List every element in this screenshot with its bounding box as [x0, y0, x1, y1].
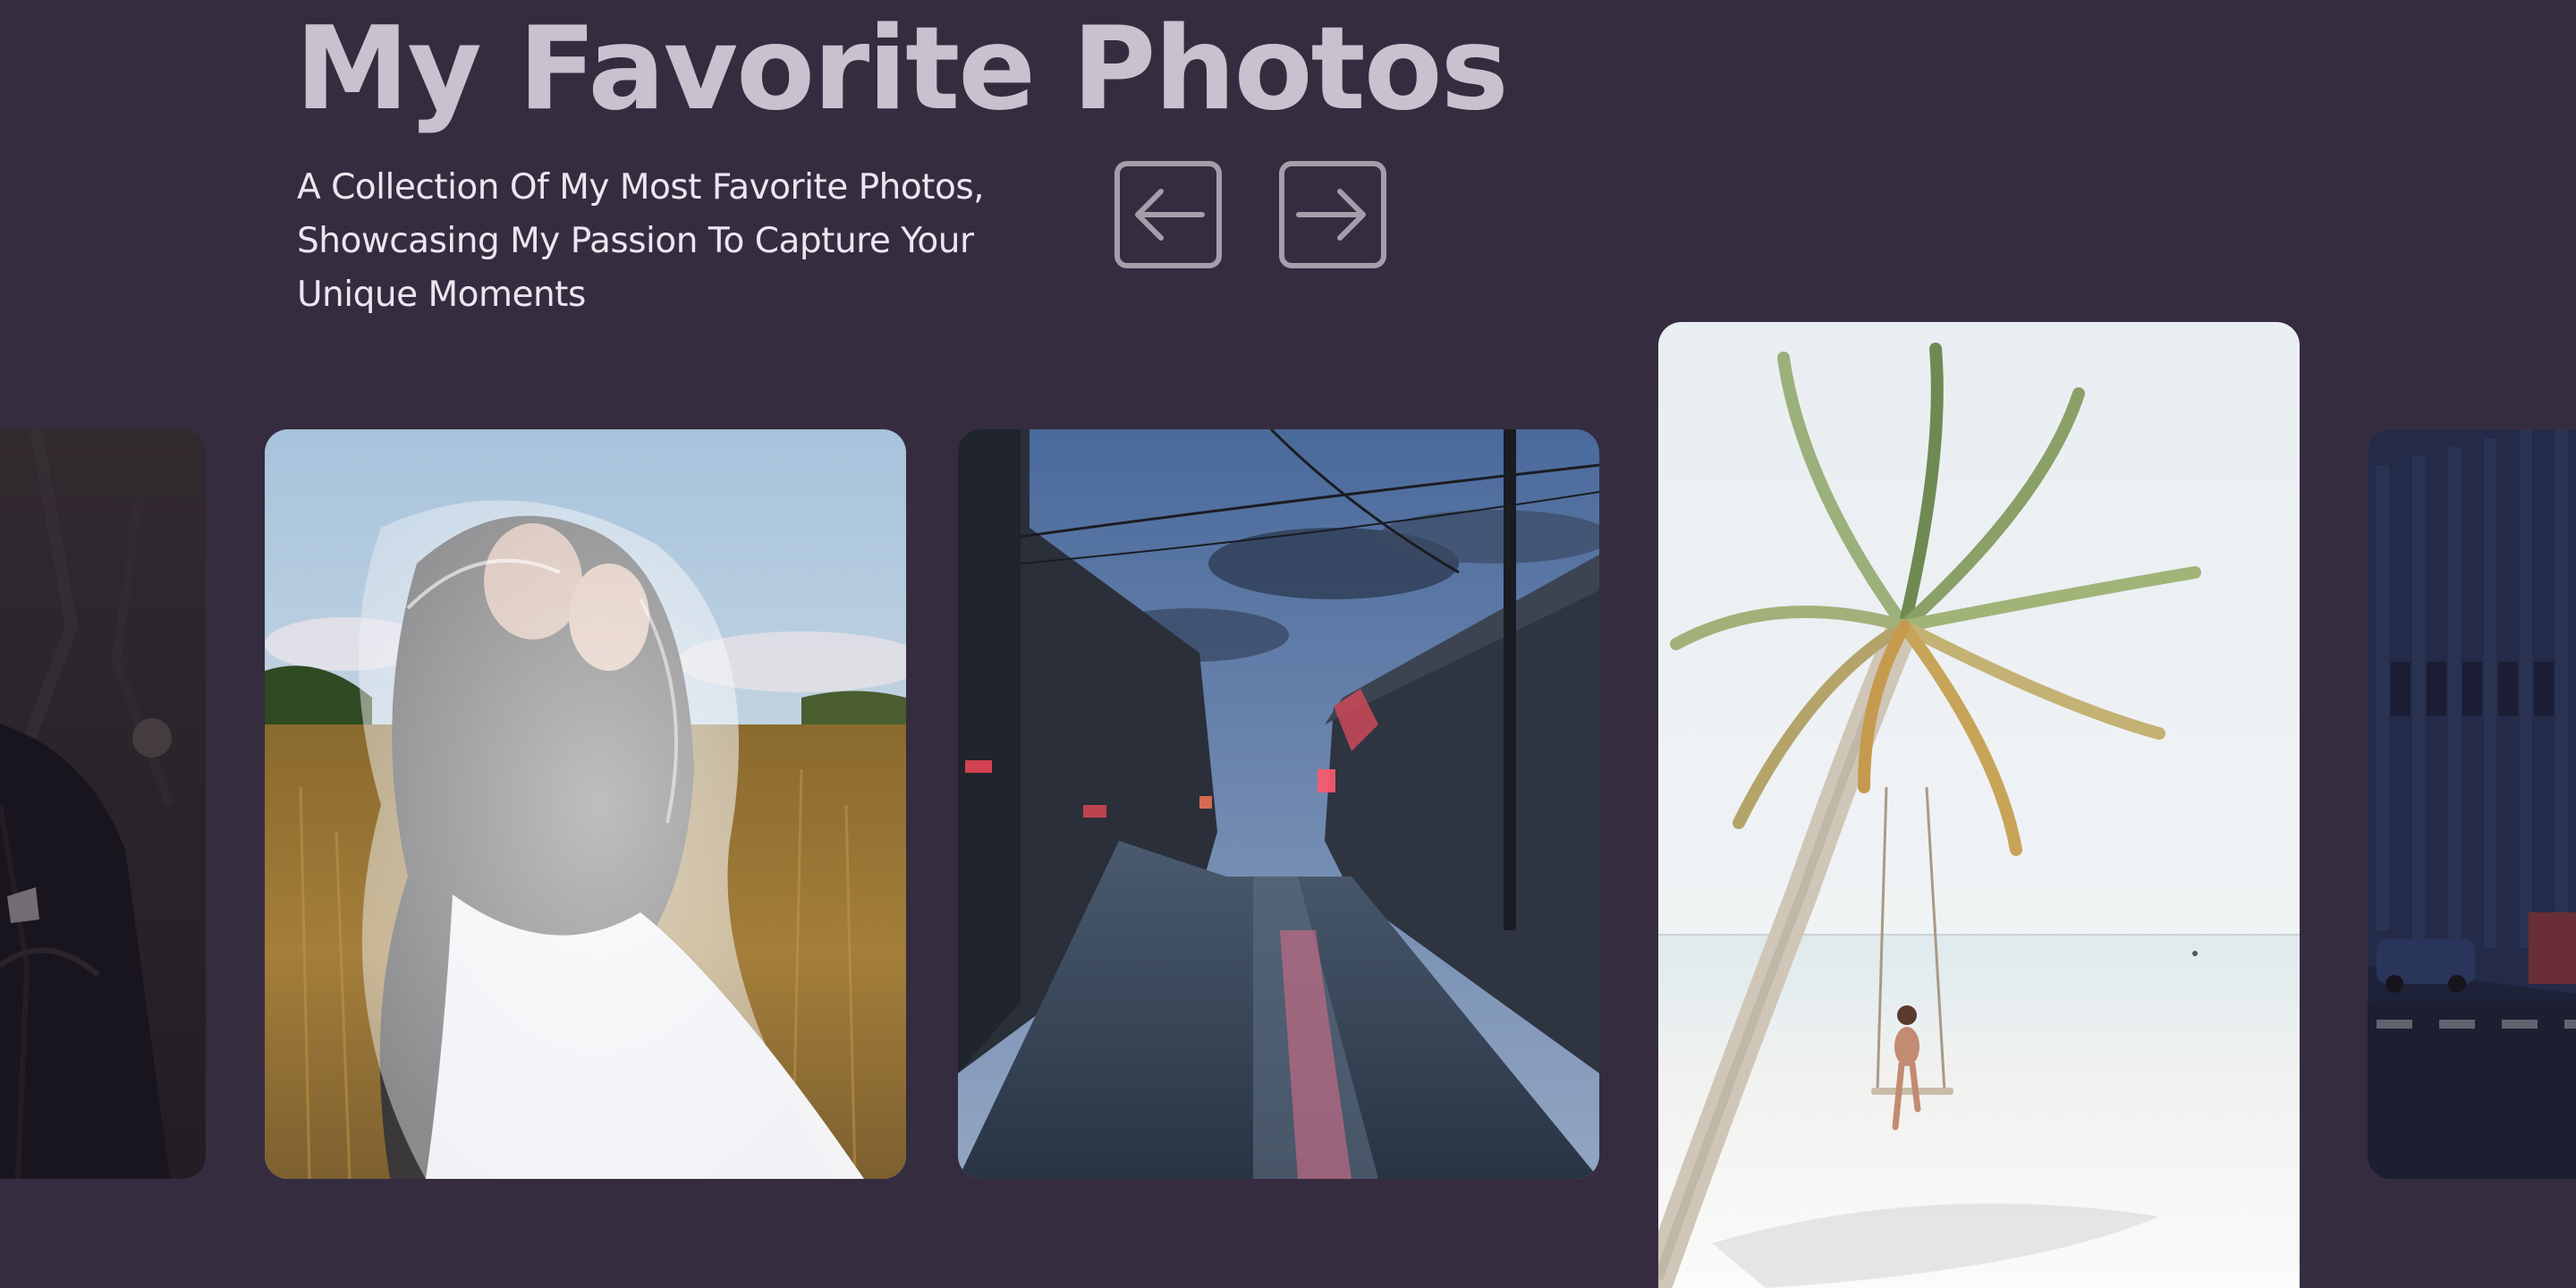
photo-card-suit[interactable]	[0, 429, 206, 1179]
photo-wedding	[265, 429, 906, 1179]
photo-card-street[interactable]	[958, 429, 1599, 1179]
photo-card-city[interactable]	[2368, 429, 2576, 1179]
photo-card-wedding[interactable]	[265, 429, 906, 1179]
photo-suit	[0, 429, 206, 1179]
arrow-right-icon	[1295, 188, 1370, 242]
page-subtitle: A Collection Of My Most Favorite Photos,…	[297, 167, 985, 315]
next-button[interactable]	[1279, 161, 1386, 268]
page-title: My Favorite Photos	[295, 3, 1509, 136]
photo-street	[958, 429, 1599, 1179]
arrow-left-icon	[1131, 188, 1206, 242]
photo-card-palm[interactable]	[1658, 322, 2300, 1288]
photo-palm	[1658, 322, 2300, 1288]
prev-button[interactable]	[1114, 161, 1222, 268]
photo-city	[2368, 429, 2576, 1179]
